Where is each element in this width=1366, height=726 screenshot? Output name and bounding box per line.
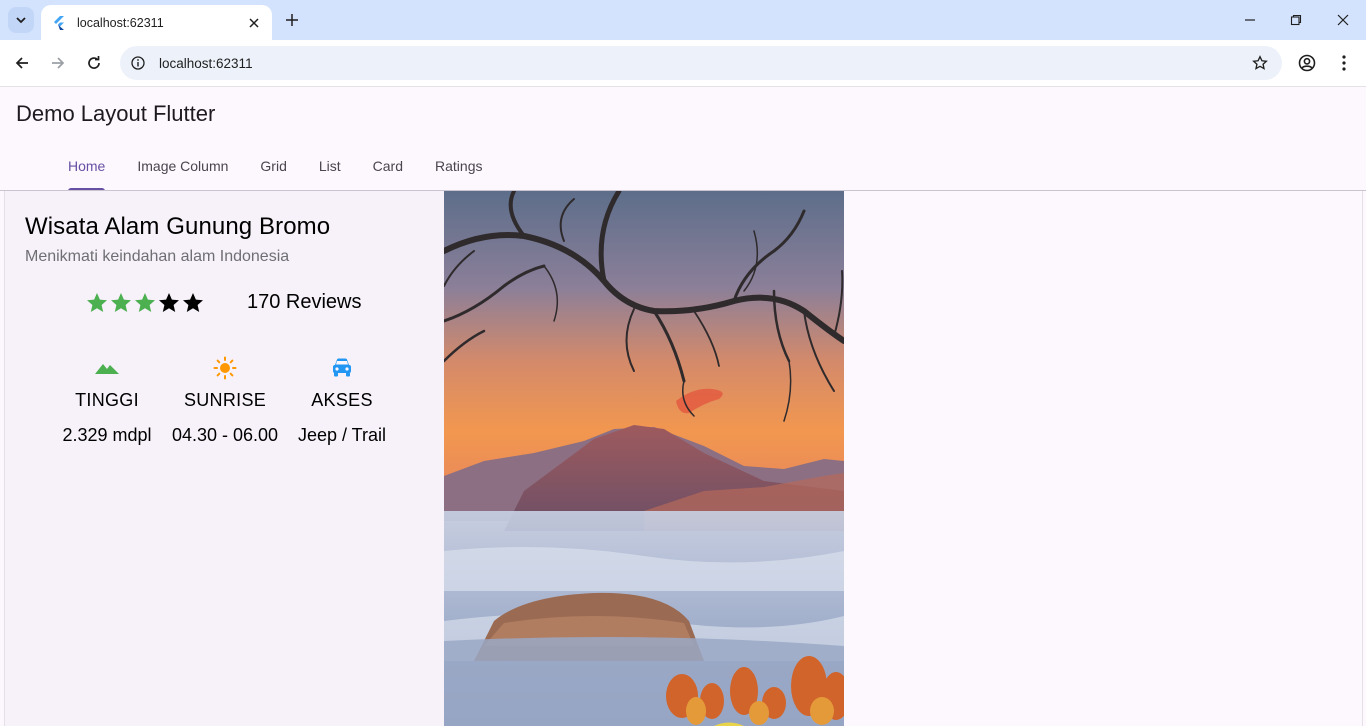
landscape-icon <box>47 356 167 380</box>
tab-search-button[interactable] <box>8 7 34 33</box>
place-subtitle: Menikmati keindahan alam Indonesia <box>25 248 290 265</box>
more-menu-icon[interactable] <box>1332 51 1356 75</box>
profile-icon[interactable] <box>1295 51 1319 75</box>
sun-icon <box>165 356 285 380</box>
tab-image-column[interactable]: Image Column <box>121 147 244 191</box>
content-edge <box>1362 191 1363 726</box>
info-sunrise: SUNRISE 04.30 - 06.00 <box>165 356 285 446</box>
address-bar[interactable]: localhost:62311 <box>120 46 1282 80</box>
close-window-icon[interactable] <box>1331 8 1355 32</box>
info-access: AKSES Jeep / Trail <box>282 356 402 446</box>
close-tab-icon[interactable] <box>246 15 262 31</box>
tab-ratings[interactable]: Ratings <box>419 147 498 191</box>
chevron-down-icon <box>16 17 26 24</box>
flutter-icon <box>53 15 67 30</box>
star-icon <box>159 293 179 312</box>
back-icon[interactable] <box>9 50 35 76</box>
rating-stars <box>85 291 205 315</box>
reload-icon[interactable] <box>81 50 107 76</box>
tab-card[interactable]: Card <box>357 147 419 191</box>
flutter-app: Demo Layout Flutter Home Image Column Gr… <box>0 87 1366 726</box>
star-icon <box>183 293 203 312</box>
home-content: Wisata Alam Gunung Bromo Menikmati keind… <box>0 191 1366 726</box>
forward-icon[interactable] <box>45 50 71 76</box>
place-title: Wisata Alam Gunung Bromo <box>25 213 331 240</box>
star-icon <box>111 293 131 312</box>
browser-tab[interactable]: localhost:62311 <box>41 5 272 40</box>
info-value: Jeep / Trail <box>297 425 387 445</box>
info-height: TINGGI 2.329 mdpl <box>47 356 167 446</box>
star-icon <box>87 293 107 312</box>
url-text[interactable]: localhost:62311 <box>159 56 1250 71</box>
bookmark-star-icon[interactable] <box>1250 53 1270 73</box>
info-value: 04.30 - 06.00 <box>171 425 279 445</box>
restore-icon[interactable] <box>1284 8 1308 32</box>
info-label: AKSES <box>311 390 373 410</box>
app-tab-bar: Home Image Column Grid List Card Ratings <box>52 147 498 191</box>
tab-list[interactable]: List <box>303 147 357 191</box>
star-icon <box>135 293 155 312</box>
tab-title: localhost:62311 <box>77 15 164 30</box>
info-value: 2.329 mdpl <box>62 425 152 445</box>
browser-tabstrip: localhost:62311 <box>0 0 1366 40</box>
info-label: SUNRISE <box>183 390 267 410</box>
tab-grid[interactable]: Grid <box>244 147 302 191</box>
new-tab-icon[interactable] <box>282 10 302 30</box>
site-info-icon[interactable] <box>130 55 146 71</box>
tab-home[interactable]: Home <box>52 147 121 191</box>
car-icon <box>282 356 402 380</box>
minimize-icon[interactable] <box>1238 8 1262 32</box>
place-details-panel: Wisata Alam Gunung Bromo Menikmati keind… <box>4 191 444 726</box>
bromo-photo <box>444 191 844 726</box>
browser-toolbar: localhost:62311 <box>0 40 1366 87</box>
app-title: Demo Layout Flutter <box>16 101 216 126</box>
reviews-count: 170 Reviews <box>247 291 362 313</box>
info-label: TINGGI <box>75 390 139 410</box>
